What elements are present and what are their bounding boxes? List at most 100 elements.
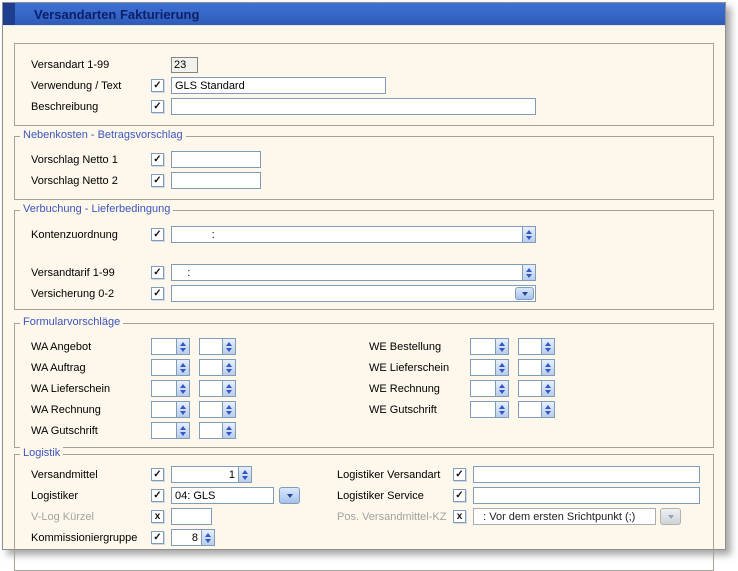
- spinner-button[interactable]: [223, 380, 236, 397]
- down-arrow-icon: [499, 390, 505, 394]
- checkbox-cell: ✓: [151, 266, 171, 279]
- logistiker-versandart-label: Logistiker Versandart: [337, 469, 453, 481]
- spinner-button[interactable]: [239, 466, 252, 483]
- versandmittel-input[interactable]: [171, 466, 239, 483]
- checkbox-checked-icon[interactable]: ✓: [151, 153, 164, 166]
- spinner-button[interactable]: [496, 338, 509, 355]
- spinner-button[interactable]: [177, 401, 190, 418]
- up-arrow-icon: [205, 533, 211, 537]
- spinner-button[interactable]: [542, 359, 555, 376]
- checkbox-cell: ✓: [151, 100, 171, 113]
- logistik-left-column: Versandmittel ✓ Logistiker ✓ 04: GLS V-L…: [31, 464, 337, 548]
- versandtarif-combo[interactable]: :: [171, 264, 536, 281]
- spinner-button[interactable]: [496, 401, 509, 418]
- form-number-input[interactable]: [151, 401, 177, 418]
- checkbox-cell: x: [453, 510, 473, 523]
- form-number-input[interactable]: [199, 422, 223, 439]
- verwendung-input[interactable]: [171, 77, 386, 94]
- logistik-right-column: Logistiker Versandart ✓ Logistiker Servi…: [337, 464, 713, 527]
- beschreibung-input[interactable]: [171, 98, 536, 115]
- checkbox-cell: ✓: [151, 174, 171, 187]
- dropdown-button[interactable]: [279, 487, 300, 504]
- app-window: Versandarten Fakturierung Versandart 1-9…: [2, 2, 726, 550]
- spinner-button[interactable]: [522, 227, 535, 242]
- checkbox-checked-icon[interactable]: ✓: [151, 79, 164, 92]
- form-number-input[interactable]: [470, 380, 496, 397]
- form-number-input[interactable]: [470, 401, 496, 418]
- checkbox-checked-icon[interactable]: ✓: [151, 228, 164, 241]
- group-nebenkosten-title: Nebenkosten - Betragsvorschlag: [20, 129, 186, 141]
- checkbox-checked-icon[interactable]: ✓: [453, 489, 466, 502]
- form-number-input[interactable]: [199, 338, 223, 355]
- form-number-input[interactable]: [470, 338, 496, 355]
- spinner-button[interactable]: [542, 380, 555, 397]
- spinner-pair: [151, 401, 190, 418]
- kommissioniergruppe-input[interactable]: [171, 529, 202, 546]
- checkbox-crossed-icon[interactable]: x: [453, 510, 466, 523]
- spinner-button[interactable]: [522, 265, 535, 280]
- checkbox-checked-icon[interactable]: ✓: [151, 489, 164, 502]
- kontenzuordnung-combo[interactable]: :: [171, 226, 536, 243]
- versandart-value: 23: [171, 57, 198, 73]
- checkbox-checked-icon[interactable]: ✓: [151, 468, 164, 481]
- checkbox-checked-icon[interactable]: ✓: [151, 266, 164, 279]
- netto2-input[interactable]: [171, 172, 261, 189]
- row-wa-angebot: WA Angebot: [31, 336, 369, 357]
- checkbox-checked-icon[interactable]: ✓: [151, 174, 164, 187]
- down-arrow-icon: [545, 369, 551, 373]
- form-number-input[interactable]: [199, 359, 223, 376]
- form-number-input[interactable]: [151, 338, 177, 355]
- checkbox-crossed-icon[interactable]: x: [151, 510, 164, 523]
- logistiker-dropdown[interactable]: 04: GLS: [171, 487, 274, 504]
- row-we-gutschrift: WE Gutschrift: [369, 399, 713, 420]
- logistiker-service-input[interactable]: [473, 487, 700, 504]
- dropdown-button[interactable]: [515, 287, 534, 300]
- group-formulare: Formularvorschläge WA Angebot WA Auftrag: [14, 323, 714, 448]
- form-number-input[interactable]: [151, 422, 177, 439]
- spinner-button[interactable]: [542, 401, 555, 418]
- we-lieferschein-label: WE Lieferschein: [369, 362, 470, 374]
- we-gutschrift-label: WE Gutschrift: [369, 404, 470, 416]
- row-kommissioniergruppe: Kommissioniergruppe ✓: [31, 527, 337, 548]
- checkbox-checked-icon[interactable]: ✓: [151, 531, 164, 544]
- spinner-button[interactable]: [223, 401, 236, 418]
- checkbox-checked-icon[interactable]: ✓: [453, 468, 466, 481]
- spinner-pair: [470, 380, 509, 397]
- checkbox-checked-icon[interactable]: ✓: [151, 287, 164, 300]
- form-number-input[interactable]: [518, 380, 542, 397]
- form-number-input[interactable]: [199, 401, 223, 418]
- form-number-input[interactable]: [151, 380, 177, 397]
- logistiker-value: 04: GLS: [175, 489, 215, 503]
- spinner-button[interactable]: [496, 359, 509, 376]
- spinner-button[interactable]: [496, 380, 509, 397]
- form-number-input[interactable]: [151, 359, 177, 376]
- spinner-button[interactable]: [177, 380, 190, 397]
- form-number-input[interactable]: [518, 338, 542, 355]
- spinner-button[interactable]: [223, 359, 236, 376]
- spinner-button[interactable]: [542, 338, 555, 355]
- row-vlog: V-Log Kürzel x: [31, 506, 337, 527]
- form-number-input[interactable]: [518, 359, 542, 376]
- spinner-button[interactable]: [202, 529, 215, 546]
- up-arrow-icon: [180, 426, 186, 430]
- down-arrow-icon: [526, 236, 532, 240]
- kontenzuordnung-value: :: [175, 228, 215, 242]
- vlog-label: V-Log Kürzel: [31, 511, 151, 523]
- spinner-button[interactable]: [223, 338, 236, 355]
- spinner-button[interactable]: [177, 338, 190, 355]
- down-arrow-icon: [226, 411, 232, 415]
- vlog-input[interactable]: [171, 508, 212, 525]
- spinner-button[interactable]: [177, 422, 190, 439]
- spinner-button[interactable]: [177, 359, 190, 376]
- row-verwendung: Verwendung / Text ✓: [31, 75, 713, 96]
- versicherung-dropdown[interactable]: [171, 285, 536, 302]
- checkbox-checked-icon[interactable]: ✓: [151, 100, 164, 113]
- spinner-button[interactable]: [223, 422, 236, 439]
- form-number-input[interactable]: [470, 359, 496, 376]
- versandmittel-label: Versandmittel: [31, 469, 151, 481]
- netto1-input[interactable]: [171, 151, 261, 168]
- row-netto1: Vorschlag Netto 1 ✓: [31, 149, 713, 170]
- form-number-input[interactable]: [518, 401, 542, 418]
- logistiker-versandart-input[interactable]: [473, 466, 700, 483]
- form-number-input[interactable]: [199, 380, 223, 397]
